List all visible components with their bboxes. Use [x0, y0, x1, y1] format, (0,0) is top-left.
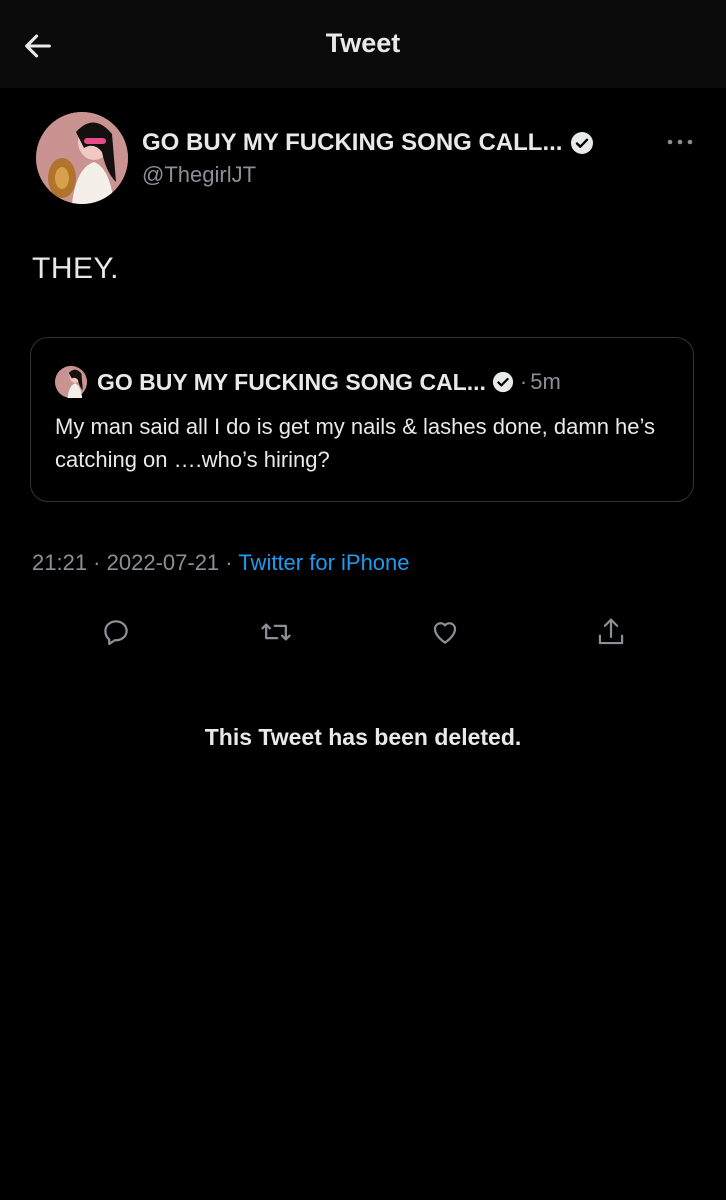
tweet-text: THEY.: [32, 252, 119, 285]
avatar-image: [36, 112, 128, 204]
avatar[interactable]: [36, 112, 128, 204]
quoted-display-name: GO BUY MY FUCKING SONG CAL...: [97, 368, 486, 395]
quoted-tweet-card[interactable]: GO BUY MY FUCKING SONG CAL... · 5m My ma…: [30, 337, 694, 502]
reply-icon: [104, 620, 128, 646]
tweet-time: 21:21: [32, 550, 88, 575]
quoted-timestamp: 5m: [530, 369, 561, 394]
more-options-button[interactable]: [664, 128, 696, 156]
author-name-row[interactable]: GO BUY MY FUCKING SONG CALL...: [142, 126, 662, 160]
author-display-name[interactable]: GO BUY MY FUCKING SONG CALL...: [142, 129, 562, 157]
retweet-button[interactable]: [256, 612, 296, 652]
quoted-tweet-text: My man said all I do is get my nails & l…: [55, 414, 656, 472]
share-icon: [598, 618, 624, 645]
retweet-icon: [261, 623, 291, 641]
tweet-source-link[interactable]: Twitter for iPhone: [238, 550, 409, 575]
more-horizontal-icon: [667, 139, 693, 145]
top-bar: Tweet: [0, 0, 726, 88]
reply-button[interactable]: [96, 612, 136, 652]
verified-badge-icon: [570, 131, 594, 155]
share-button[interactable]: [591, 612, 631, 652]
page-title: Tweet: [325, 28, 401, 58]
like-button[interactable]: [425, 612, 465, 652]
verified-badge-icon: [492, 371, 514, 393]
meta-separator: ·: [87, 550, 107, 575]
meta-separator: ·: [219, 550, 239, 575]
quoted-separator: ·: [519, 369, 528, 394]
quoted-tweet-header: GO BUY MY FUCKING SONG CAL... · 5m: [97, 365, 561, 399]
author-handle[interactable]: @ThegirlJT: [142, 162, 256, 188]
quoted-avatar: [55, 366, 87, 398]
deleted-tweet-notice: This Tweet has been deleted.: [204, 724, 522, 750]
like-icon: [433, 622, 457, 644]
tweet-meta: 21:21 · 2022-07-21 · Twitter for iPhone: [32, 550, 410, 576]
tweet-date: 2022-07-21: [106, 550, 220, 575]
